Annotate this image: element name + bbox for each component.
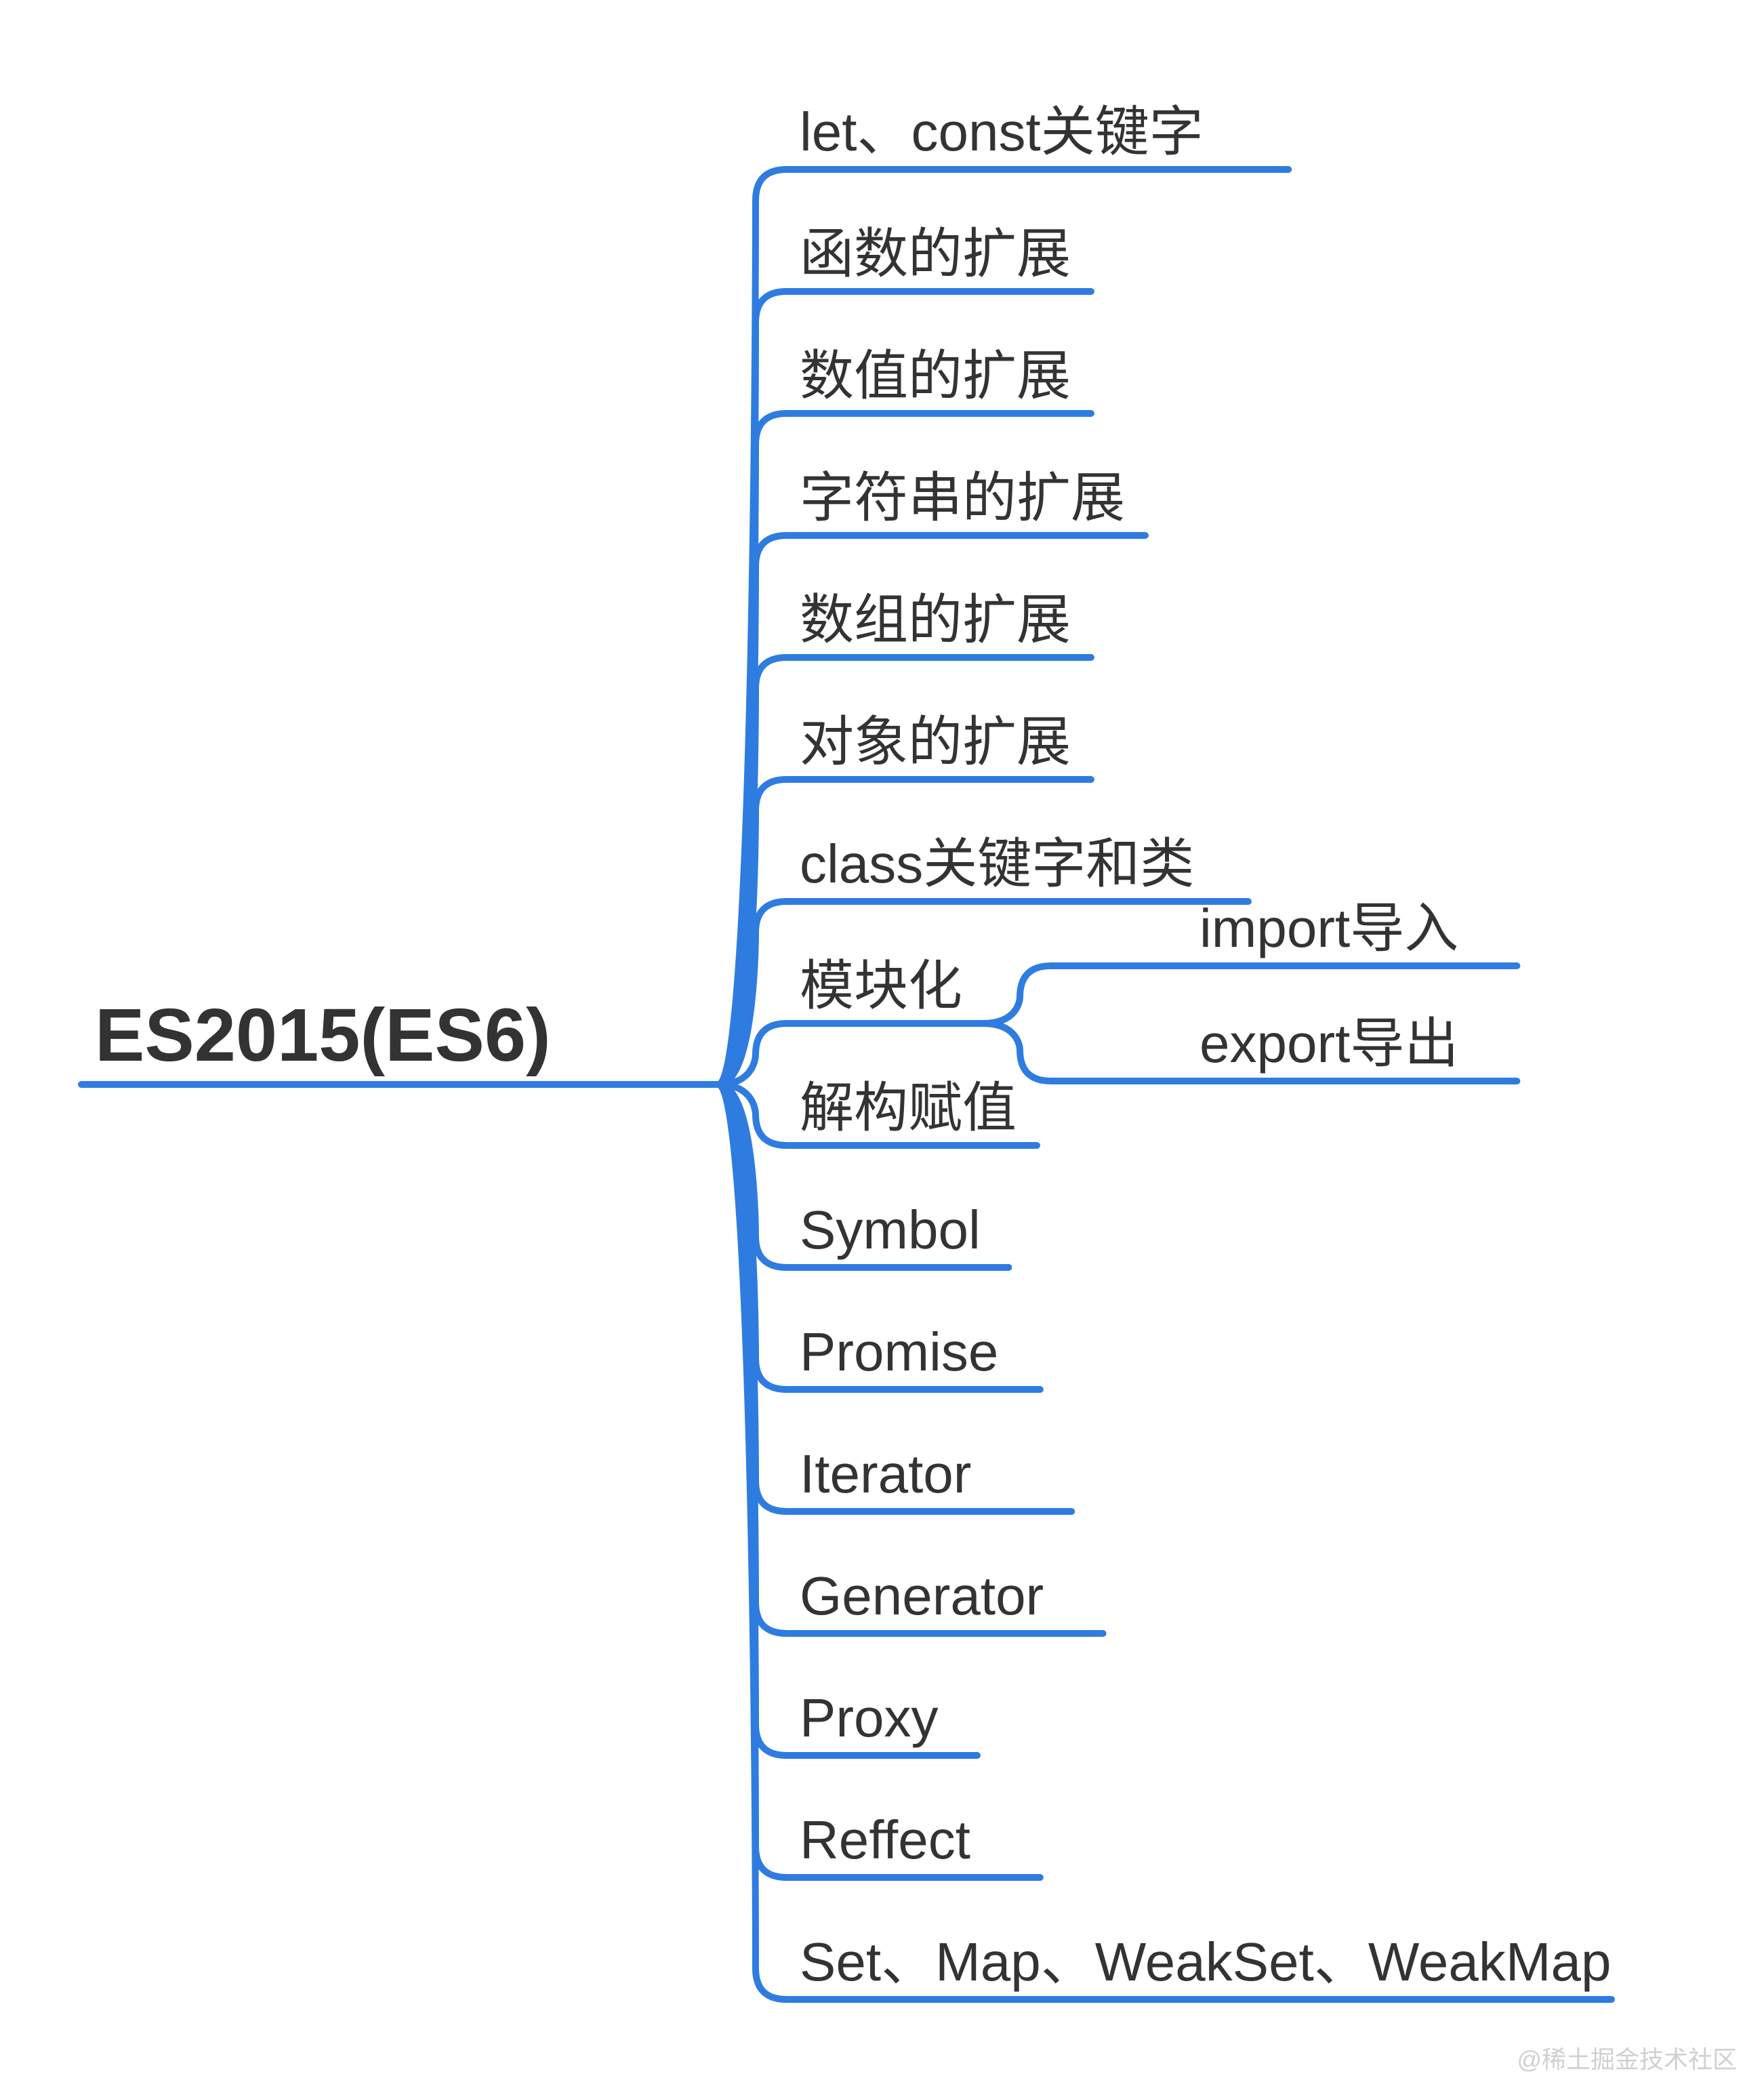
node-14: Reffect	[800, 1810, 970, 1870]
node-8: 解构赋值	[800, 1078, 1017, 1138]
node-1: 函数的扩展	[800, 224, 1071, 284]
node-7: 模块化	[800, 956, 962, 1016]
node-0: let、const关键字	[800, 102, 1204, 162]
node-11: Iterator	[800, 1444, 971, 1504]
node-9: Symbol	[800, 1200, 981, 1260]
node-2: 数值的扩展	[800, 346, 1071, 406]
node-7-0: import导入	[1199, 898, 1458, 958]
root-node: ES2015(ES6)	[95, 994, 551, 1077]
mindmap-diagram: ES2015(ES6) let、const关键字函数的扩展数值的扩展字符串的扩展数…	[0, 0, 1764, 2095]
node-12: Generator	[800, 1566, 1044, 1626]
node-15: Set、Map、WeakSet、WeakMap	[800, 1932, 1612, 1992]
node-3: 字符串的扩展	[800, 468, 1125, 528]
watermark: @稀土掘金技术社区	[1517, 2046, 1737, 2073]
node-5: 对象的扩展	[800, 712, 1071, 772]
node-13: Proxy	[800, 1688, 939, 1748]
node-6: class关键字和类	[800, 834, 1194, 894]
node-4: 数组的扩展	[800, 590, 1071, 650]
node-7-1: export导出	[1199, 1013, 1458, 1074]
node-10: Promise	[800, 1322, 998, 1382]
